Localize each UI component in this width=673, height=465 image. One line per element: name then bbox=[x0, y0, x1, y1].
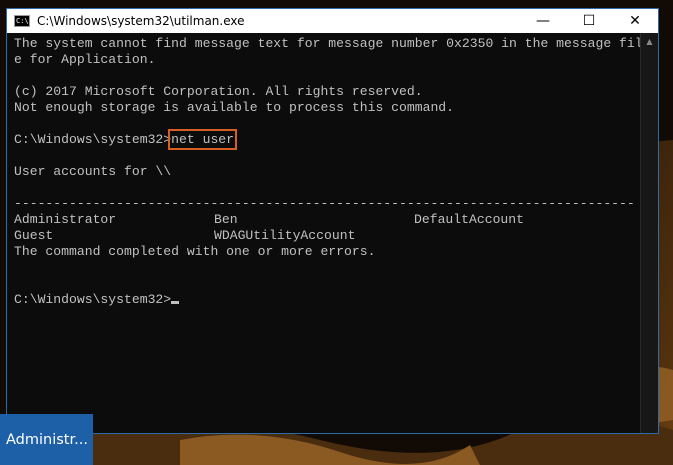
account-name: Guest bbox=[14, 228, 54, 243]
prompt: C:\Windows\system32> bbox=[14, 292, 172, 307]
close-button[interactable]: ✕ bbox=[612, 9, 658, 33]
scroll-up-arrow-icon[interactable]: ▲ bbox=[641, 33, 658, 50]
account-name: DefaultAccount bbox=[414, 212, 525, 227]
taskbar-user-button[interactable]: Administr... bbox=[0, 414, 93, 465]
command-line-2[interactable]: C:\Windows\system32> bbox=[14, 292, 641, 308]
title-bar[interactable]: C:\ C:\Windows\system32\utilman.exe — ☐ … bbox=[7, 9, 658, 33]
prompt: C:\Windows\system32> bbox=[14, 132, 172, 147]
text-cursor bbox=[171, 301, 180, 304]
cmd-icon-glyph: C:\ bbox=[16, 17, 29, 25]
account-name: Administrator bbox=[14, 212, 117, 227]
accounts-header: User accounts for \\ bbox=[14, 164, 172, 179]
storage-error-line: Not enough storage is available to proce… bbox=[14, 100, 455, 115]
copyright-line: (c) 2017 Microsoft Corporation. All righ… bbox=[14, 84, 423, 99]
console-output[interactable]: The system cannot find message text for … bbox=[7, 33, 641, 433]
minimize-button[interactable]: — bbox=[520, 9, 566, 33]
window-controls: — ☐ ✕ bbox=[520, 9, 658, 33]
error-line-2: e for Application. bbox=[14, 52, 156, 67]
cmd-app-icon[interactable]: C:\ bbox=[14, 15, 30, 27]
window-title: C:\Windows\system32\utilman.exe bbox=[37, 14, 245, 28]
cmd-window[interactable]: C:\ C:\Windows\system32\utilman.exe — ☐ … bbox=[6, 8, 659, 434]
account-name: Ben bbox=[214, 212, 238, 227]
account-row: Administrator Ben DefaultAccount bbox=[14, 212, 641, 228]
account-name: WDAGUtilityAccount bbox=[214, 228, 356, 243]
maximize-button[interactable]: ☐ bbox=[566, 9, 612, 33]
error-line-1: The system cannot find message text for … bbox=[14, 36, 641, 51]
completion-line: The command completed with one or more e… bbox=[14, 244, 376, 259]
command-line-1: C:\Windows\system32>net user bbox=[14, 129, 641, 150]
highlighted-command: net user bbox=[168, 129, 238, 150]
separator-line: ----------------------------------------… bbox=[14, 196, 635, 211]
account-row: Guest WDAGUtilityAccount bbox=[14, 228, 641, 244]
vertical-scrollbar[interactable]: ▲ bbox=[640, 33, 658, 433]
